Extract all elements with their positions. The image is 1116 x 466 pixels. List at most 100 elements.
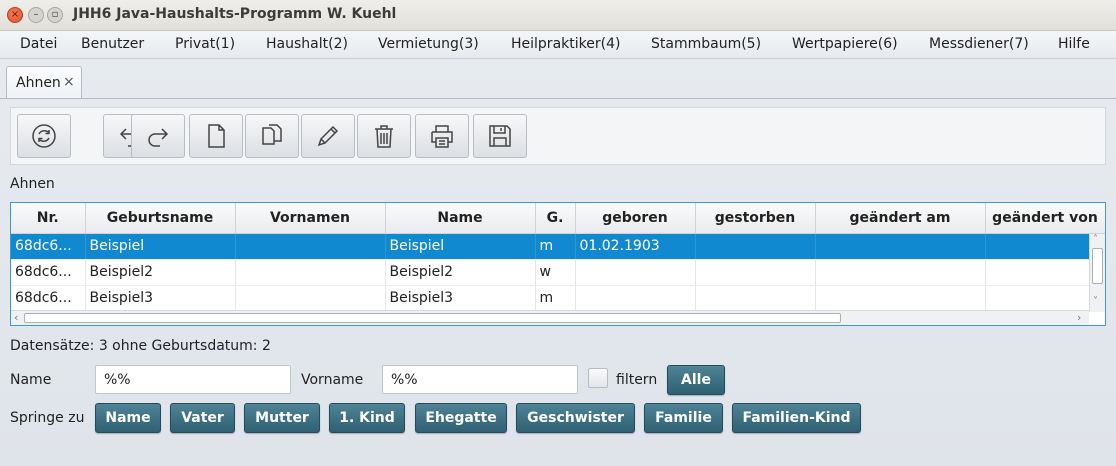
table-cell: m [535, 233, 576, 260]
table-cell: Beispiel3 [385, 285, 536, 312]
name-filter-label: Name [10, 372, 52, 388]
window-maximize-button[interactable]: ▫ [47, 7, 63, 23]
menu-hilfe[interactable]: Hilfe [1058, 36, 1090, 52]
table-row[interactable]: 68dc6... Beispiel3 Beispiel3 m [11, 285, 1105, 312]
column-header-geschlecht[interactable]: G. [535, 203, 576, 234]
delete-button[interactable] [357, 114, 411, 158]
maximize-icon: ▫ [51, 9, 59, 20]
filter-checkbox[interactable] [588, 368, 608, 388]
column-header-geburtsname[interactable]: Geburtsname [85, 203, 236, 234]
copy-button[interactable] [245, 114, 299, 158]
menu-vermietung[interactable]: Vermietung(3) [378, 36, 479, 52]
jump-to-label: Springe zu [10, 410, 85, 426]
scroll-up-icon[interactable]: ˄ [1093, 234, 1098, 245]
scroll-left-icon[interactable]: ‹ [14, 311, 18, 324]
window-close-button[interactable]: × [7, 7, 23, 23]
vertical-scroll-thumb[interactable] [1092, 248, 1103, 284]
horizontal-scrollbar[interactable]: ‹ › [11, 310, 1089, 325]
table-row[interactable]: 68dc6... Beispiel Beispiel m 01.02.1903 [11, 233, 1105, 260]
jump-first-child-button[interactable]: 1. Kind [329, 403, 405, 433]
table-row[interactable]: 68dc6... Beispiel2 Beispiel2 w [11, 259, 1105, 286]
vorname-filter-input[interactable] [382, 365, 578, 394]
horizontal-scroll-thumb[interactable] [24, 313, 841, 323]
menu-bar: Datei Benutzer Privat(1) Haushalt(2) Ver… [0, 31, 1116, 59]
column-header-geaendert-am[interactable]: geändert am [815, 203, 986, 234]
column-header-geboren[interactable]: geboren [575, 203, 696, 234]
print-icon [431, 125, 453, 148]
table-cell: 68dc6... [11, 285, 86, 312]
refresh-button[interactable] [17, 114, 71, 158]
table-cell [815, 285, 986, 312]
menu-heilpraktiker[interactable]: Heilpraktiker(4) [511, 36, 620, 52]
table-cell: Beispiel3 [85, 285, 236, 312]
table-cell: w [535, 259, 576, 286]
column-header-nr[interactable]: Nr. [11, 203, 86, 234]
tab-ahnen[interactable]: Ahnen × [6, 66, 82, 99]
table-cell: Beispiel2 [385, 259, 536, 286]
table-cell: m [535, 285, 576, 312]
table-cell: Beispiel2 [85, 259, 236, 286]
menu-messdiener[interactable]: Messdiener(7) [929, 36, 1029, 52]
title-bar: × – ▫ JHH6 Java-Haushalts-Programm W. Ku… [0, 0, 1116, 31]
menu-haushalt[interactable]: Haushalt(2) [266, 36, 348, 52]
print-button[interactable] [415, 114, 469, 158]
menu-wertpapiere[interactable]: Wertpapiere(6) [792, 36, 898, 52]
redo-icon [148, 128, 169, 147]
edit-pencil-icon [317, 125, 339, 147]
column-header-geaendert-von[interactable]: geändert von [985, 203, 1105, 234]
jump-familie-button[interactable]: Familie [644, 403, 723, 433]
minimize-icon: – [33, 9, 39, 20]
table-cell [985, 285, 1105, 312]
jump-mutter-button[interactable]: Mutter [244, 403, 320, 433]
menu-datei[interactable]: Datei [20, 36, 57, 52]
section-title: Ahnen [10, 176, 55, 192]
scroll-right-icon[interactable]: › [1077, 311, 1081, 324]
ancestors-table: Nr. Geburtsname Vornamen Name G. geboren… [10, 202, 1106, 326]
table-cell [235, 233, 386, 260]
column-header-gestorben[interactable]: gestorben [695, 203, 816, 234]
table-cell: 68dc6... [11, 233, 86, 260]
close-icon: × [10, 9, 20, 20]
jump-familien-kind-button[interactable]: Familien-Kind [732, 403, 861, 433]
scroll-down-icon[interactable]: ˅ [1093, 296, 1098, 307]
tab-ahnen-label: Ahnen [16, 75, 61, 91]
tab-divider [0, 98, 1116, 99]
column-header-vornamen[interactable]: Vornamen [235, 203, 386, 234]
table-cell [695, 259, 816, 286]
table-cell [235, 259, 386, 286]
table-cell [575, 285, 696, 312]
menu-privat[interactable]: Privat(1) [175, 36, 235, 52]
table-cell [575, 259, 696, 286]
table-cell [815, 259, 986, 286]
window-title: JHH6 Java-Haushalts-Programm W. Kuehl [73, 6, 397, 22]
table-cell [695, 285, 816, 312]
table-cell [235, 285, 386, 312]
jump-ehegatte-button[interactable]: Ehegatte [415, 403, 507, 433]
all-button[interactable]: Alle [667, 365, 725, 395]
refresh-icon [32, 124, 56, 148]
menu-benutzer[interactable]: Benutzer [81, 36, 144, 52]
window-minimize-button[interactable]: – [28, 7, 44, 23]
delete-trash-icon [375, 125, 393, 148]
save-button[interactable] [473, 114, 527, 158]
table-cell: Beispiel [85, 233, 236, 260]
jump-geschwister-button[interactable]: Geschwister [516, 403, 635, 433]
table-cell: 68dc6... [11, 259, 86, 286]
edit-button[interactable] [301, 114, 355, 158]
jump-vater-button[interactable]: Vater [170, 403, 235, 433]
menu-stammbaum[interactable]: Stammbaum(5) [651, 36, 761, 52]
vertical-scrollbar[interactable]: ˄ ˅ [1089, 234, 1105, 312]
table-cell [985, 259, 1105, 286]
new-button[interactable] [189, 114, 243, 158]
vorname-filter-label: Vorname [301, 372, 364, 388]
table-cell: Beispiel [385, 233, 536, 260]
column-header-name[interactable]: Name [385, 203, 536, 234]
name-filter-input[interactable] [95, 365, 291, 394]
tab-close-icon[interactable]: × [63, 74, 75, 90]
tab-strip: Ahnen × [0, 59, 1116, 99]
filter-checkbox-label: filtern [616, 372, 658, 388]
redo-button[interactable] [131, 114, 185, 158]
table-header: Nr. Geburtsname Vornamen Name G. geboren… [11, 203, 1105, 234]
jump-name-button[interactable]: Name [95, 403, 161, 433]
table-cell [985, 233, 1105, 260]
